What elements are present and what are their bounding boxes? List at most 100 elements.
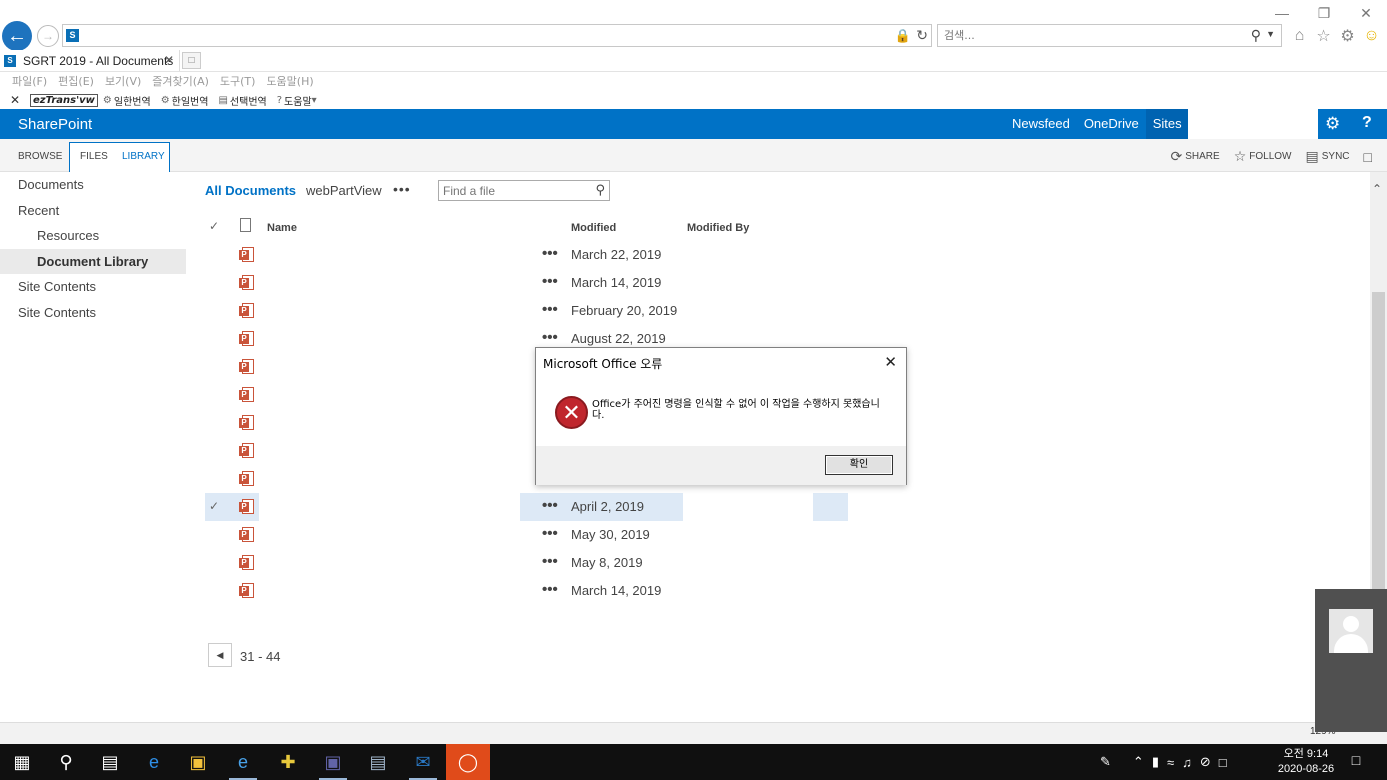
search-icon[interactable]: ⚲ [1251, 27, 1261, 44]
avatar[interactable] [1329, 609, 1373, 653]
follow-button[interactable]: ☆ FOLLOW [1234, 148, 1292, 165]
file-explorer-icon[interactable]: ▣ [176, 744, 220, 780]
gear-icon[interactable]: ⚙ [1325, 114, 1340, 134]
translate-jp-kr-button[interactable]: ⚙ 일한번역 [103, 93, 151, 108]
address-bar[interactable]: S 🔒 ↻ [62, 24, 932, 47]
suite-link-onedrive[interactable]: OneDrive [1077, 109, 1146, 139]
nav-site-contents-2[interactable]: Site Contents [0, 300, 190, 326]
refresh-icon[interactable]: ↻ [916, 27, 928, 44]
translate-kr-jp-button[interactable]: ⚙ 한일번역 [161, 93, 209, 108]
tab-files[interactable]: FILES [80, 151, 108, 162]
table-row[interactable]: P ••• May 30, 2019 [205, 521, 865, 549]
office-icon[interactable]: ◯ [446, 744, 490, 780]
settings-gear-icon[interactable]: ⚙ [1338, 26, 1357, 46]
translator-help-button[interactable]: ? 도움말 ▾ [277, 93, 319, 108]
find-a-file-input[interactable] [439, 181, 587, 200]
tab-close-icon[interactable]: ✕ [164, 53, 174, 67]
table-row[interactable]: P ••• February 20, 2019 [205, 297, 865, 325]
view-webpartview[interactable]: webPartView [306, 183, 382, 198]
browser-search-input[interactable] [938, 25, 1228, 46]
search-icon[interactable]: ⚲ [595, 182, 605, 198]
table-row[interactable]: P ••• March 14, 2019 [205, 577, 865, 605]
previous-page-button[interactable]: ◀ [208, 643, 232, 667]
menu-view[interactable]: 보기(V) [105, 73, 141, 89]
nav-recent[interactable]: Recent [0, 198, 190, 224]
nav-site-contents[interactable]: Site Contents [0, 274, 190, 300]
share-button[interactable]: ⟳ SHARE [1171, 148, 1220, 165]
network-disabled-icon[interactable]: ⊘ [1200, 754, 1211, 770]
sync-button[interactable]: ▤ SYNC [1306, 148, 1350, 165]
battery-icon[interactable]: ▮ [1152, 754, 1159, 770]
view-all-documents[interactable]: All Documents [205, 183, 296, 198]
row-menu-button[interactable]: ••• [542, 581, 558, 598]
home-icon[interactable]: ⌂ [1290, 26, 1309, 46]
restore-icon[interactable]: ❐ [1303, 0, 1345, 26]
nav-document-library[interactable]: Document Library [0, 248, 186, 274]
column-modified-by[interactable]: Modified By [687, 222, 749, 234]
find-a-file[interactable]: ⚲ [438, 180, 610, 201]
outlook-icon[interactable]: ✉ [401, 744, 445, 780]
nav-resources[interactable]: Resources [0, 223, 190, 249]
row-menu-button[interactable]: ••• [542, 497, 558, 514]
translate-selection-button[interactable]: ▤ 선택번역 [218, 93, 266, 108]
forward-button[interactable]: → [37, 25, 59, 47]
menu-file[interactable]: 파일(F) [12, 73, 47, 89]
clock[interactable]: 오전 9:14 2020-08-26 [1275, 747, 1337, 777]
volume-icon[interactable]: ♫ [1182, 755, 1192, 770]
feedback-smiley-icon[interactable]: ☺ [1362, 26, 1381, 46]
menu-tools[interactable]: 도구(T) [220, 73, 256, 89]
browser-tab[interactable]: S SGRT 2019 - All Documents ✕ [0, 50, 180, 71]
close-icon[interactable]: ✕ [1345, 0, 1387, 26]
eztrans-logo[interactable]: ezTrans'vw [30, 93, 98, 107]
ime-icon[interactable]: □ [1219, 755, 1227, 770]
sharepoint-brand[interactable]: SharePoint [18, 116, 92, 133]
table-row[interactable]: P ••• March 14, 2019 [205, 269, 865, 297]
row-menu-button[interactable]: ••• [542, 273, 558, 290]
dialog-close-icon[interactable]: ✕ [884, 353, 897, 371]
notification-icon[interactable]: □ [1346, 752, 1366, 772]
table-row[interactable]: ✓ P ••• April 2, 2019 [205, 493, 865, 521]
row-menu-button[interactable]: ••• [542, 245, 558, 262]
menu-favorites[interactable]: 즐겨찾기(A) [152, 73, 209, 89]
edge-icon[interactable]: e [132, 744, 176, 780]
minimize-icon[interactable]: — [1261, 0, 1303, 26]
menu-edit[interactable]: 편집(E) [58, 73, 94, 89]
scroll-up-icon[interactable]: ⌃ [1372, 182, 1382, 196]
tray-chevron-icon[interactable]: ⌃ [1133, 754, 1144, 770]
desktop-app-icon[interactable]: ▤ [356, 744, 400, 780]
menu-help[interactable]: 도움말(H) [266, 73, 313, 89]
ok-button[interactable]: 확인 [825, 455, 893, 475]
more-views-button[interactable]: ••• [393, 181, 411, 197]
favorites-star-icon[interactable]: ☆ [1314, 26, 1333, 46]
suite-link-sites[interactable]: Sites [1145, 109, 1189, 139]
internet-explorer-icon[interactable]: e [221, 744, 265, 780]
search-icon[interactable]: ⚲ [44, 744, 88, 780]
pen-icon[interactable]: ✎ [1100, 754, 1111, 770]
row-menu-button[interactable]: ••• [542, 553, 558, 570]
column-modified[interactable]: Modified [571, 222, 616, 234]
task-view-icon[interactable]: ▤ [88, 744, 132, 780]
lock-icon[interactable]: 🔒 [895, 28, 911, 44]
column-name[interactable]: Name [267, 222, 297, 234]
table-row[interactable]: P ••• March 22, 2019 [205, 241, 865, 269]
user-menu[interactable] [1188, 109, 1318, 139]
select-all-checkmark-icon[interactable]: ✓ [209, 219, 219, 233]
new-tab-button[interactable]: □ [182, 52, 201, 69]
nav-documents[interactable]: Documents [0, 172, 190, 198]
suite-link-newsfeed[interactable]: Newsfeed [1005, 109, 1077, 139]
tab-library[interactable]: LIBRARY [122, 151, 165, 162]
help-icon[interactable]: ? [1362, 114, 1372, 132]
browser-search[interactable]: ⚲ ▼ [937, 24, 1282, 47]
row-menu-button[interactable]: ••• [542, 329, 558, 346]
teams-icon[interactable]: ▣ [311, 744, 355, 780]
scrollbar-thumb[interactable] [1372, 292, 1385, 592]
tab-browse[interactable]: BROWSE [18, 151, 62, 162]
back-button[interactable]: ← [2, 21, 32, 51]
pinned-app-icon[interactable]: ✚ [266, 744, 310, 780]
wifi-icon[interactable]: ≈ [1167, 755, 1174, 770]
row-checkmark-icon[interactable]: ✓ [209, 499, 219, 513]
row-menu-button[interactable]: ••• [542, 301, 558, 318]
row-menu-button[interactable]: ••• [542, 525, 558, 542]
chevron-down-icon[interactable]: ▼ [1266, 29, 1275, 39]
windows-start-icon[interactable]: ▦ [0, 744, 44, 780]
